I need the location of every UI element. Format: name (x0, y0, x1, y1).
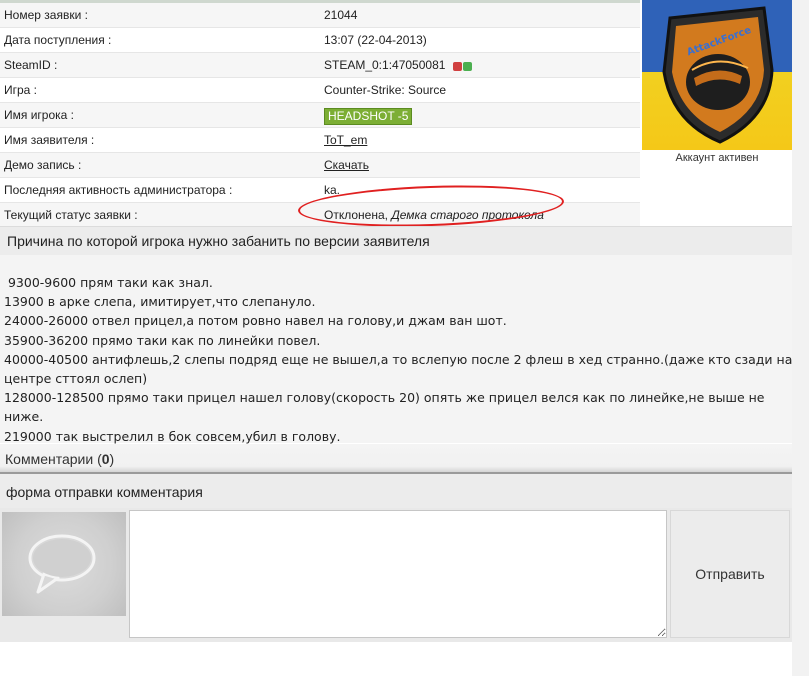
user-avatar-placeholder (2, 512, 126, 616)
steam-profile-icons[interactable] (452, 60, 473, 74)
player-avatar: AttackForce (642, 0, 792, 150)
label-game: Игра : (4, 83, 38, 97)
comments-heading: Комментарии (0) (5, 451, 114, 467)
comment-textarea[interactable] (129, 510, 667, 638)
row-date: Дата поступления : 13:07 (22-04-2013) (0, 28, 640, 53)
label-admin-activity: Последняя активность администратора : (4, 183, 233, 197)
reason-line: 35900-36200 прямо таки как по линейки по… (4, 332, 321, 348)
value-ticket-number: 21044 (324, 8, 358, 22)
reason-line: 13900 в арке слепа, имитирует,что слепан… (4, 294, 316, 310)
label-ticket-number: Номер заявки : (4, 8, 88, 22)
reason-title: Причина по которой игрока нужно забанить… (7, 233, 430, 249)
comment-form-header: форма отправки комментария (0, 474, 809, 508)
reason-text: 9300-9600 прям таки как знал. 13900 в ар… (4, 273, 794, 446)
demo-download-link[interactable]: Скачать (324, 158, 369, 172)
profile-red-icon[interactable] (452, 62, 462, 71)
row-player-name: Имя игрока : HEADSHOT -5 (0, 103, 640, 128)
reporter-link[interactable]: ToT_em (324, 133, 367, 147)
reason-line: 24000-26000 отвел прицел,а потом ровно н… (4, 313, 507, 329)
value-game: Counter-Strike: Source (324, 83, 447, 97)
profile-green-icon[interactable] (462, 62, 472, 71)
account-status-caption: Аккаунт активен (675, 152, 759, 164)
label-player-name: Имя игрока : (4, 108, 74, 122)
comments-label: Комментарии ( (5, 451, 102, 467)
row-ticket-number: Номер заявки : 21044 (0, 3, 640, 28)
comments-count: 0 (101, 451, 110, 467)
submit-comment-button[interactable]: Отправить (670, 510, 790, 638)
value-reporter-wrap: ToT_em (324, 133, 367, 147)
speech-bubble-icon (28, 534, 96, 594)
value-player-name-wrap: HEADSHOT -5 (324, 108, 413, 125)
attackforce-logo: AttackForce (662, 6, 774, 144)
label-steamid: SteamID : (4, 58, 58, 72)
row-game: Игра : Counter-Strike: Source (0, 78, 640, 103)
reason-line: 219000 так выстрелил в бок совсем,убил в… (4, 428, 341, 444)
comments-close-paren: ) (109, 451, 115, 467)
label-status: Текущий статус заявки : (4, 208, 138, 222)
label-date: Дата поступления : (4, 33, 112, 47)
right-edge-panel (792, 0, 809, 676)
reason-body: 9300-9600 прям таки как знал. 13900 в ар… (0, 255, 809, 446)
comments-bar[interactable]: Комментарии (0) (0, 444, 809, 474)
submit-comment-label: Отправить (695, 566, 765, 582)
reason-line: 9300-9600 прям таки как знал. (4, 275, 213, 290)
reason-line: 40000-40500 антифлешь,2 слепы подряд еще… (4, 351, 793, 387)
row-steamid: SteamID : STEAM_0:1:47050081 (0, 53, 640, 78)
reason-header: Причина по которой игрока нужно забанить… (0, 226, 809, 255)
label-reporter: Имя заявителя : (4, 133, 95, 147)
value-date: 13:07 (22-04-2013) (324, 33, 427, 47)
comment-form-title: форма отправки комментария (6, 484, 203, 500)
value-steamid-wrap: STEAM_0:1:47050081 (324, 58, 473, 74)
value-steamid: STEAM_0:1:47050081 (324, 58, 446, 72)
reason-line: 128000-128500 прямо таки прицел нашел го… (4, 390, 765, 425)
player-name-badge: HEADSHOT -5 (324, 108, 413, 125)
row-demo: Демо запись : Скачать (0, 153, 640, 178)
label-demo: Демо запись : (4, 158, 82, 172)
comment-form: Отправить (0, 508, 809, 642)
row-reporter: Имя заявителя : ToT_em (0, 128, 640, 153)
value-demo-wrap: Скачать (324, 158, 369, 172)
